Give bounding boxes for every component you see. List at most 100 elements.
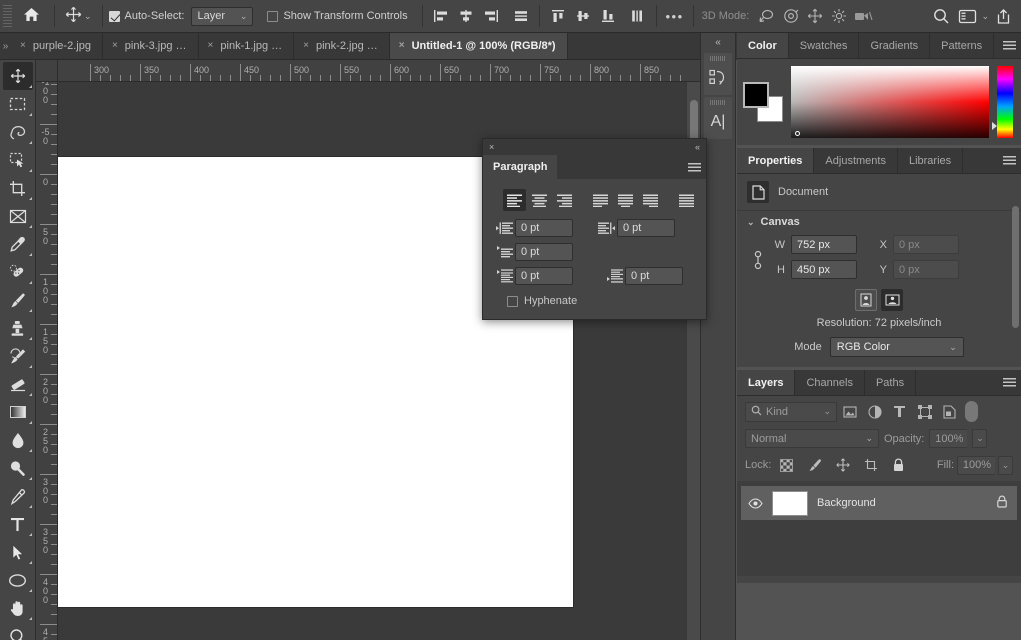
rotate-3d-button[interactable] [755,4,779,28]
share-button[interactable] [991,4,1015,28]
canvas-section-header[interactable]: ⌄ Canvas [737,210,1021,233]
align-text-left-button[interactable] [503,189,526,211]
tab-adjustments[interactable]: Adjustments [814,148,898,173]
tab-libraries[interactable]: Libraries [897,148,964,173]
tool-gradient-tool[interactable] [3,398,33,426]
tab-channels[interactable]: Channels [795,370,865,395]
fill-stepper[interactable]: ⌄ [998,455,1013,475]
tool-spot-healing-brush-tool[interactable] [3,258,33,286]
distribute-horizontally-button[interactable] [509,4,533,28]
tool-object-selection-tool[interactable] [3,146,33,174]
distribute-vertically-button[interactable] [626,4,650,28]
workspace-button[interactable] [955,4,979,28]
filter-toggle[interactable] [965,401,978,422]
justify-last-left-button[interactable] [589,189,612,211]
document-tab[interactable]: × pink-2.jpg … [294,33,390,59]
document-tab[interactable]: × pink-1.jpg … [198,33,295,59]
home-button[interactable] [14,7,48,25]
horizontal-ruler[interactable]: 300 350 400 450 500 550 600 650 700 750 800 850 [58,60,700,82]
close-icon[interactable]: × [112,41,118,51]
layer-filter-kind-dropdown[interactable]: Kind ⌄ [745,401,837,422]
landscape-orientation-button[interactable] [881,289,903,311]
color-mode-dropdown[interactable]: RGB Color ⌄ [829,337,964,357]
tool-brush-tool[interactable] [3,286,33,314]
hyphenate-checkbox[interactable] [507,295,518,307]
tab-properties[interactable]: Properties [737,148,815,173]
tool-blur-tool[interactable] [3,426,33,454]
space-after-paragraph-input[interactable]: 0 pt [625,267,683,285]
close-icon[interactable]: × [303,41,309,51]
auto-select-scope-dropdown[interactable]: Layer ⌄ [191,6,254,26]
tool-dodge-tool[interactable] [3,454,33,482]
filter-shape-button[interactable] [912,402,937,422]
roll-3d-button[interactable] [779,4,803,28]
close-icon[interactable]: × [399,41,405,51]
align-right-edges-button[interactable] [479,4,503,28]
foreground-background-swatches[interactable] [743,82,783,122]
foreground-color-swatch[interactable] [743,82,769,108]
align-text-right-button[interactable] [553,189,576,211]
opacity-input[interactable]: 100% [929,429,968,448]
filter-smart-object-button[interactable] [937,402,962,422]
tab-paragraph[interactable]: Paragraph [483,155,558,179]
tab-gradients[interactable]: Gradients [859,33,931,58]
vertical-ruler[interactable]: -100 -50 0 50 100 150 200 250 300 350 400 450 [36,82,58,640]
layer-name[interactable]: Background [817,497,987,509]
layer-thumbnail[interactable] [772,490,808,516]
opacity-stepper[interactable]: ⌄ [972,429,988,448]
options-bar-grip[interactable] [3,5,12,27]
justify-last-right-button[interactable] [639,189,662,211]
color-ramp[interactable] [791,66,989,138]
search-button[interactable] [929,4,953,28]
link-dimensions-icon[interactable] [747,247,769,273]
drag-3d-button[interactable] [803,4,827,28]
tool-lasso-tool[interactable] [3,118,33,146]
tool-path-selection-tool[interactable] [3,538,33,566]
hue-slider[interactable] [992,66,1013,138]
layers-panel-menu-button[interactable] [997,370,1021,395]
tab-color[interactable]: Color [737,33,789,58]
tool-zoom-tool[interactable] [3,622,33,640]
workspace-chevron-icon[interactable]: ⌄ [981,11,989,22]
tool-history-brush-tool[interactable] [3,342,33,370]
canvas-width-input[interactable]: 752 px [791,235,857,254]
lock-all-button[interactable] [886,455,911,475]
ruler-corner[interactable] [36,60,58,82]
align-text-center-button[interactable] [528,189,551,211]
space-before-paragraph-input[interactable]: 0 pt [515,267,573,285]
close-icon[interactable]: × [208,41,214,51]
tool-eraser-tool[interactable] [3,370,33,398]
tool-pen-tool[interactable] [3,482,33,510]
canvas-x-input[interactable]: 0 px [893,235,959,254]
canvas-y-input[interactable]: 0 px [893,260,959,279]
history-actions-panel-button[interactable] [704,53,732,95]
more-options-button[interactable]: ••• [663,4,687,28]
close-icon[interactable]: × [489,142,494,152]
tool-hand-tool[interactable] [3,594,33,622]
layer-row[interactable]: Background [741,486,1017,520]
color-panel-menu-button[interactable] [997,33,1021,58]
tab-layers[interactable]: Layers [737,370,796,395]
collapse-icon[interactable]: « [695,142,700,152]
lock-position-button[interactable] [830,455,855,475]
align-bottom-edges-button[interactable] [596,4,620,28]
close-icon[interactable]: × [20,41,26,51]
paragraph-panel-titlebar[interactable]: × « [483,139,706,155]
document-tab[interactable]: × purple-2.jpg [11,33,103,59]
tool-crop-tool[interactable] [3,174,33,202]
lock-image-pixels-button[interactable] [802,455,827,475]
justify-all-button[interactable] [675,189,698,211]
camera-3d-button[interactable] [851,4,875,28]
tool-horizontal-type-tool[interactable] [3,510,33,538]
layer-visibility-toggle[interactable] [747,497,763,509]
filter-type-button[interactable] [887,402,912,422]
tool-rectangular-marquee-tool[interactable] [3,90,33,118]
align-top-edges-button[interactable] [546,4,570,28]
tab-paths[interactable]: Paths [864,370,917,395]
current-tool-button[interactable]: ⌄ [61,6,96,26]
justify-last-centered-button[interactable] [614,189,637,211]
align-vertical-centers-button[interactable] [571,4,595,28]
tool-ellipse-tool[interactable] [3,566,33,594]
blend-mode-dropdown[interactable]: Normal ⌄ [745,429,879,448]
dock-collapse-button[interactable]: « [701,33,735,51]
